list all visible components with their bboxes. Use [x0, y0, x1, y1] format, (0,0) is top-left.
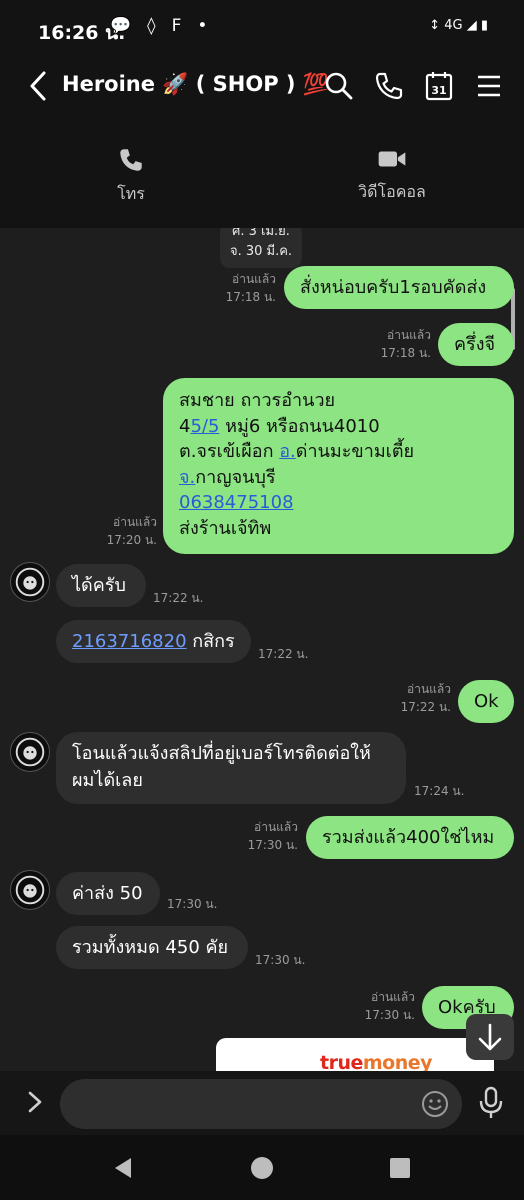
emoji-icon[interactable] [420, 1089, 450, 1119]
video-call-button[interactable]: วิดีโอคอล [312, 146, 472, 205]
notification-icons: 💬◊F• [110, 16, 223, 36]
calendar-day: 31 [431, 84, 446, 97]
scroll-to-bottom-button[interactable] [466, 1014, 514, 1060]
date-line-1: ศ. 3 เม.ย. [232, 228, 290, 239]
dot-icon: • [197, 16, 224, 36]
message-meta: อ่านแล้ว 17:22 น. [400, 682, 451, 714]
search-icon[interactable] [322, 69, 356, 103]
recents-square-icon[interactable] [387, 1155, 413, 1181]
avatar[interactable] [10, 732, 50, 772]
incoming-message[interactable]: ได้ครับ [56, 564, 146, 607]
account-number-link[interactable]: 2163716820 [72, 631, 187, 652]
avatar[interactable] [10, 870, 50, 910]
video-call-icon [378, 151, 406, 167]
outgoing-message[interactable]: รวมส่งแล้ว400ใช่ไหม [306, 816, 514, 859]
calendar-icon[interactable]: 31 [422, 69, 456, 103]
message-list[interactable]: ศ. 3 เม.ย. จ. 30 มี.ค. อ่านแล้ว 17:18 น. … [0, 228, 524, 1071]
phone-icon[interactable] [372, 69, 406, 103]
message-time: 17:30 น. [167, 897, 218, 911]
message-time: 17:24 น. [414, 784, 465, 798]
lion-logo-icon [15, 737, 45, 767]
chat-notification-icon: 💬 [110, 16, 148, 36]
status-bar: 16:26 น. 💬◊F• ↕ 4G ◢ ▮ [0, 0, 524, 58]
expand-chevron-icon[interactable] [20, 1085, 50, 1119]
truemoney-slip-image[interactable]: truemoney [216, 1038, 494, 1071]
phone-link[interactable]: 0638475108 [179, 492, 294, 513]
incoming-message[interactable]: โอนแล้วแจ้งสลิปที่อยู่เบอร์โทรติดต่อให้ผ… [56, 732, 406, 804]
message-meta: อ่านแล้ว 17:18 น. [225, 272, 276, 304]
district-line: ต.จรเข้เผือก อ.ด่านมะขามเตี้ย [179, 441, 415, 462]
incoming-message[interactable]: รวมทั้งหมด 450 คัย [56, 926, 248, 969]
incoming-message[interactable]: ค่าส่ง 50 [56, 872, 160, 915]
message-meta: อ่านแล้ว 17:30 น. [364, 990, 415, 1022]
chat-header: Heroine 🚀 ( SHOP ) 💯 31 [0, 58, 524, 116]
province-line: จ.กาญจนบุรี [179, 466, 276, 488]
microphone-icon[interactable] [476, 1085, 506, 1121]
date-line-2: จ. 30 มี.ค. [229, 244, 293, 259]
address-line: 45/5 หมู่6 หรือถนน4010 [179, 415, 380, 437]
province-link[interactable]: จ. [179, 467, 195, 488]
message-meta: อ่านแล้ว 17:20 น. [106, 515, 157, 547]
arrow-down-icon [478, 1023, 502, 1051]
composer [0, 1071, 524, 1135]
chat-title[interactable]: Heroine 🚀 ( SHOP ) 💯 [62, 72, 329, 97]
truemoney-logo: truemoney [320, 1052, 433, 1071]
back-arrow-icon[interactable] [24, 69, 54, 103]
home-circle-icon[interactable] [249, 1155, 275, 1181]
menu-icon[interactable] [472, 69, 506, 103]
lion-logo-icon [15, 875, 45, 905]
status-right: ↕ 4G ◢ ▮ [429, 18, 488, 33]
message-meta: อ่านแล้ว 17:18 น. [380, 328, 431, 360]
message-time: 17:30 น. [255, 953, 306, 967]
f-notification-icon: F [171, 16, 198, 36]
battery-icon: ▮ [480, 18, 488, 33]
vibrate-icon: ↕ [429, 18, 441, 33]
voice-call-icon [120, 149, 142, 171]
recipient-name: สมชาย ถาวรอำนวย [179, 390, 336, 411]
message-meta: อ่านแล้ว 17:30 น. [247, 820, 298, 852]
house-number-link[interactable]: 5/5 [190, 416, 219, 437]
lion-logo-icon [15, 567, 45, 597]
video-call-label: วิดีโอคอล [358, 182, 426, 201]
amphoe-link[interactable]: อ. [279, 441, 296, 462]
back-triangle-icon[interactable] [111, 1155, 137, 1181]
message-input[interactable] [60, 1079, 462, 1129]
voice-call-label: โทร [117, 184, 145, 203]
voice-call-button[interactable]: โทร [51, 146, 211, 207]
outgoing-message[interactable]: Ok [458, 680, 514, 723]
call-actions: โทร วิดีโอคอล [0, 116, 524, 228]
outgoing-message[interactable]: ครึ่งจี [438, 323, 514, 366]
app-notification-icon: ◊ [147, 16, 172, 36]
date-divider: ศ. 3 เม.ย. จ. 30 มี.ค. [220, 228, 302, 268]
signal-icon: ◢ [466, 18, 477, 33]
outgoing-message[interactable]: สั่งหน่อบครับ1รอบคัดส่ง [284, 266, 514, 309]
network-type: 4G [444, 18, 463, 33]
message-time: 17:22 น. [153, 591, 204, 605]
message-time: 17:22 น. [258, 647, 309, 661]
system-navigation-bar [0, 1135, 524, 1200]
avatar[interactable] [10, 562, 50, 602]
incoming-message[interactable]: 2163716820 กสิกร [56, 620, 251, 663]
address-message[interactable]: สมชาย ถาวรอำนวย 45/5 หมู่6 หรือถนน4010 ต… [163, 378, 514, 554]
delivery-note: ส่งร้านเจ้ทิพ [179, 517, 272, 539]
